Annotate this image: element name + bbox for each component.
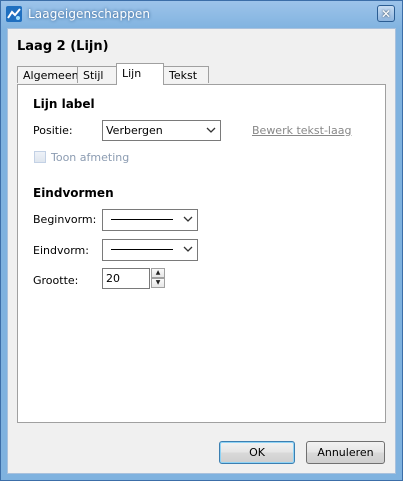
dialog-client-area: Laag 2 (Lijn) Algemeen Stijl Lijn Tekst … [7,28,396,474]
position-label: Positie: [33,124,73,137]
close-button[interactable]: ✕ [377,5,395,22]
line-sample [111,249,173,250]
tab-label: Algemeen [23,69,79,82]
show-dimension-label: Toon afmeting [51,151,130,164]
chevron-down-icon [206,127,216,133]
start-shape-label: Beginvorm: [33,213,97,226]
cancel-label: Annuleren [317,446,374,459]
app-logo-icon [6,6,22,22]
size-increment-button[interactable]: ▲ [151,268,165,278]
tab-stijl[interactable]: Stijl [77,66,117,83]
edit-text-layer-link[interactable]: Bewerk tekst-laag [252,124,351,137]
position-value: Verbergen [106,124,163,137]
end-shape-label: Eindvorm: [33,244,89,257]
line-sample [111,219,173,220]
tab-panel-lijn: Lijn label Positie: Verbergen Bewerk tek… [17,84,386,423]
size-label: Grootte: [33,274,79,287]
tab-label: Stijl [83,69,104,82]
close-icon: ✕ [380,6,392,21]
tab-label: Lijn [122,67,142,80]
tab-label: Tekst [169,69,198,82]
layer-heading: Laag 2 (Lijn) [17,39,109,54]
ok-button[interactable]: OK [219,441,295,464]
ok-label: OK [249,446,265,459]
chevron-down-icon [183,216,193,222]
position-select[interactable]: Verbergen [102,120,221,141]
start-shape-select[interactable] [102,209,198,231]
dialog-window: Laageigenschappen ✕ Laag 2 (Lijn) Algeme… [0,0,403,481]
tab-lijn[interactable]: Lijn [116,63,164,85]
tab-algemeen[interactable]: Algemeen [17,66,79,83]
title-bar[interactable]: Laageigenschappen ✕ [1,1,402,28]
chevron-down-icon [183,246,193,252]
cancel-button[interactable]: Annuleren [306,441,385,464]
size-value: 20 [106,272,120,285]
size-input[interactable]: 20 [102,268,150,289]
tab-tekst[interactable]: Tekst [163,66,209,83]
size-decrement-button[interactable]: ▼ [151,278,165,288]
section-title-lijn-label: Lijn label [33,97,95,111]
window-title: Laageigenschappen [28,7,151,21]
end-shape-select[interactable] [102,239,198,261]
section-title-eindvormen: Eindvormen [33,186,114,200]
show-dimension-checkbox[interactable] [34,151,46,163]
